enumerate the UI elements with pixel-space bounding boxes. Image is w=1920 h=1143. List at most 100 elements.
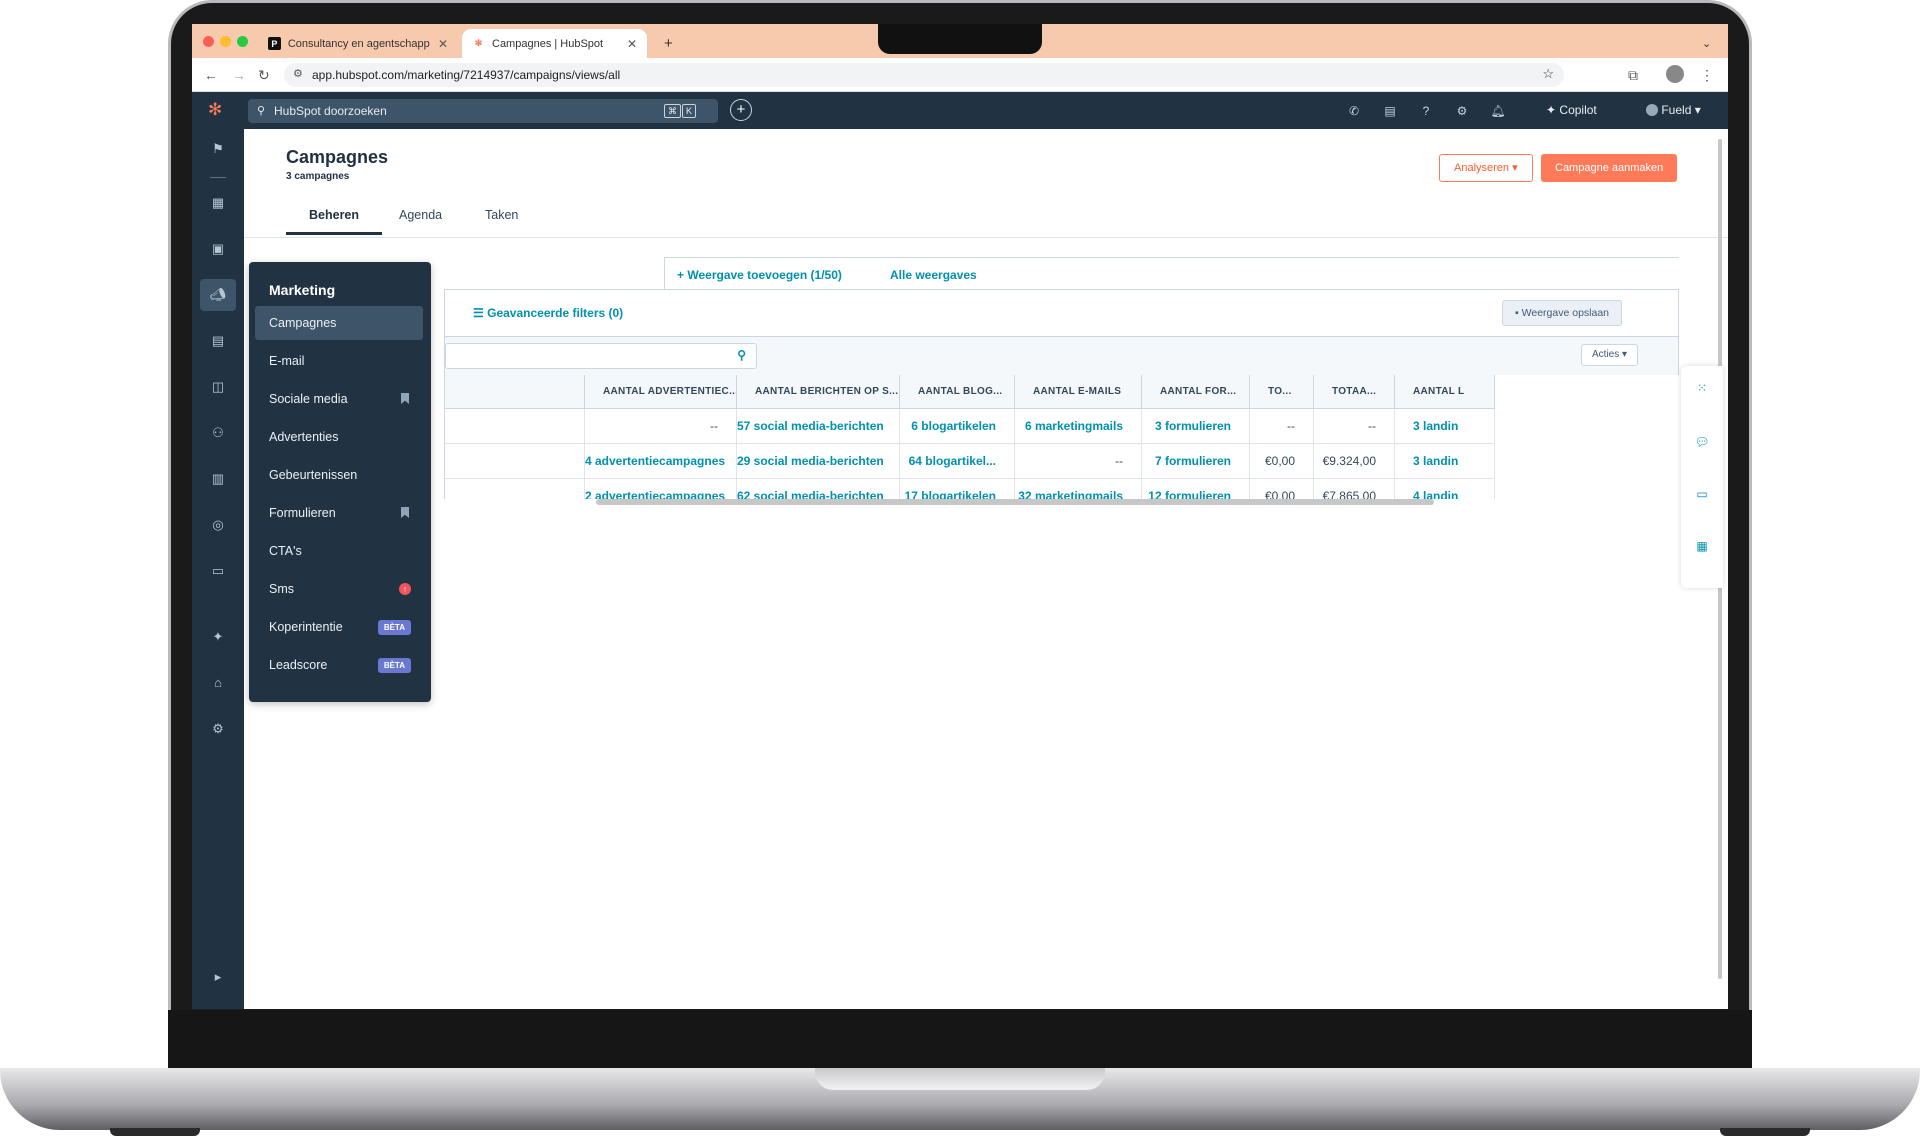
horizontal-scrollbar[interactable] [596, 499, 1434, 505]
browser-menu-icon[interactable]: ⋮ [1700, 67, 1714, 84]
table-cell-link[interactable]: 32 marketingmails [1015, 479, 1142, 499]
table-cell-link[interactable]: 3 formulieren [1142, 409, 1250, 444]
reporting-icon[interactable]: ▥ [208, 469, 228, 489]
column-header[interactable]: TOTAA... [1314, 375, 1395, 409]
new-tab-button[interactable]: + [654, 29, 683, 58]
bookmark-icon[interactable] [401, 393, 409, 404]
extensions-icon[interactable]: ⧉ [1628, 67, 1638, 84]
actions-dropdown[interactable]: Acties ▾ [1581, 344, 1639, 366]
analyze-button[interactable]: Analyseren ▾ [1439, 154, 1533, 182]
marketplace-icon[interactable]: ▤ [1382, 103, 1398, 119]
column-header[interactable] [445, 375, 585, 409]
service-icon[interactable]: ⚇ [208, 423, 228, 443]
menu-item-forms[interactable]: Formulieren [255, 496, 423, 530]
column-header[interactable]: TO... [1250, 375, 1314, 409]
menu-item-sms[interactable]: Sms ↑ [255, 572, 423, 606]
workspaces-icon[interactable]: ▦ [208, 193, 228, 213]
browser-tab-active[interactable]: ✻ Campagnes | HubSpot ✕ [462, 29, 647, 58]
expand-sidebar-icon[interactable]: ▸ [208, 967, 228, 987]
chat-icon[interactable]: 💬︎ [1694, 434, 1710, 450]
table-cell-link[interactable]: 7 formulieren [1142, 444, 1250, 479]
page-title: Campagnes [286, 147, 389, 167]
site-info-icon[interactable]: ⚙ [293, 67, 303, 80]
marketplace-icon[interactable]: ⌂ [208, 673, 228, 693]
table-cell-link[interactable]: 17 blogartikelen [900, 479, 1015, 499]
browser-tab[interactable]: P Consultancy en agentschapp ✕ [258, 29, 458, 58]
maximize-window-button[interactable] [237, 36, 248, 47]
bookmark-icon[interactable] [401, 507, 409, 518]
library-folder-icon[interactable]: ▭ [208, 561, 228, 581]
table-cell-link[interactable]: 64 blogartikel... [900, 444, 1015, 479]
close-tab-icon[interactable]: ✕ [438, 37, 448, 51]
advanced-filters-button[interactable]: ☰ Geavanceerde filters (0) [473, 306, 623, 320]
beta-badge: BÈTA [377, 658, 411, 673]
table-cell-link[interactable]: 4 landin [1395, 479, 1495, 499]
back-icon[interactable]: ← [204, 67, 218, 83]
add-view-button[interactable]: + Weergave toevoegen (1/50) [677, 268, 842, 282]
calendar-icon[interactable]: ▦ [1694, 538, 1710, 554]
hubspot-top-nav: ✻ ⚲ HubSpot doorzoeken ⌘ K + ✆ ▤ ? ⚙ 🔔︎ … [192, 92, 1728, 129]
column-header[interactable]: AANTAL FOR... [1142, 375, 1250, 409]
table-cell-link[interactable]: 4 advertentiecampagnes [585, 444, 737, 479]
table-cell [445, 409, 585, 444]
close-window-button[interactable] [203, 36, 214, 47]
column-header[interactable]: AANTAL E-MAILS [1015, 375, 1142, 409]
help-icon[interactable]: ? [1418, 103, 1434, 119]
menu-item-email[interactable]: E-mail [255, 344, 423, 378]
minimize-window-button[interactable] [220, 36, 231, 47]
menu-item-events[interactable]: Gebeurtenissen [255, 458, 423, 492]
create-campaign-button[interactable]: Campagne aanmaken [1541, 154, 1678, 182]
window-icon[interactable]: ▭ [1694, 486, 1710, 502]
apps-grid-icon[interactable]: ⁙ [1694, 380, 1710, 396]
tab-search-button[interactable]: ⌄ [1692, 29, 1721, 58]
table-cell-link[interactable]: 6 blogartikelen [900, 409, 1015, 444]
phone-icon[interactable]: ✆ [1346, 103, 1362, 119]
contacts-icon[interactable]: ▣ [208, 239, 228, 259]
notifications-bell-icon[interactable]: 🔔︎ [1490, 103, 1506, 119]
table-cell-link[interactable]: 6 marketingmails [1015, 409, 1142, 444]
table-cell-link[interactable]: 29 social media-berichten [737, 444, 900, 479]
table-cell-link[interactable]: 57 social media-berichten [737, 409, 900, 444]
close-tab-icon[interactable]: ✕ [627, 37, 637, 51]
bookmark-star-icon[interactable]: ☆ [1542, 66, 1554, 82]
column-header[interactable]: AANTAL L [1395, 375, 1495, 409]
account-menu[interactable]: Fueld ▾ [1646, 103, 1701, 117]
table-search-input[interactable]: ⚲ [445, 343, 757, 369]
menu-item-ctas[interactable]: CTA's [255, 534, 423, 568]
column-header[interactable]: AANTAL BERICHTEN OP S... [737, 375, 900, 409]
hubspot-logo-icon[interactable]: ✻ [208, 100, 222, 120]
table-cell-link[interactable]: 2 advertentiecampagnes [585, 479, 737, 499]
menu-item-campaigns[interactable]: Campagnes [255, 306, 423, 340]
table-cell-link[interactable]: 3 landin [1395, 409, 1495, 444]
all-views-link[interactable]: Alle weergaves [890, 268, 977, 282]
copilot-button[interactable]: ✦ Copilot [1546, 103, 1597, 117]
breeze-sparkle-icon[interactable]: ✦ [208, 627, 228, 647]
profile-avatar[interactable] [1666, 65, 1684, 83]
marketing-megaphone-icon[interactable]: 📣︎ [200, 279, 236, 311]
create-new-button[interactable]: + [730, 99, 752, 121]
tab-manage[interactable]: Beheren [309, 208, 359, 222]
address-bar[interactable]: ⚙ app.hubspot.com/marketing/7214937/camp… [284, 63, 1564, 87]
table-cell-link[interactable]: 12 formulieren [1142, 479, 1250, 499]
menu-item-label: CTA's [269, 544, 302, 558]
column-header[interactable]: AANTAL ADVERTENTIEC... [585, 375, 737, 409]
menu-item-social-media[interactable]: Sociale media [255, 382, 423, 416]
settings-gear-icon[interactable]: ⚙ [1454, 103, 1470, 119]
sales-icon[interactable]: ◫ [208, 377, 228, 397]
forward-icon[interactable]: → [232, 67, 246, 83]
table-cell-link[interactable]: 3 landin [1395, 444, 1495, 479]
menu-item-lead-score[interactable]: Leadscore BÈTA [255, 648, 423, 682]
tab-calendar[interactable]: Agenda [399, 208, 442, 222]
settings-icon[interactable]: ⚙ [208, 719, 228, 739]
menu-item-buyer-intent[interactable]: Koperintentie BÈTA [255, 610, 423, 644]
save-view-button[interactable]: ▪ Weergave opslaan [1502, 300, 1623, 326]
global-search-input[interactable]: ⚲ HubSpot doorzoeken ⌘ K [248, 99, 718, 123]
data-management-icon[interactable]: ◎ [208, 515, 228, 535]
column-header[interactable]: AANTAL BLOG... [900, 375, 1015, 409]
tab-tasks[interactable]: Taken [485, 208, 518, 222]
menu-item-ads[interactable]: Advertenties [255, 420, 423, 454]
reload-icon[interactable]: ↻ [258, 67, 270, 84]
table-cell-link[interactable]: 62 social media-berichten [737, 479, 900, 499]
content-icon[interactable]: ▤ [208, 331, 228, 351]
bookmarks-icon[interactable]: ⚑ [208, 139, 228, 159]
